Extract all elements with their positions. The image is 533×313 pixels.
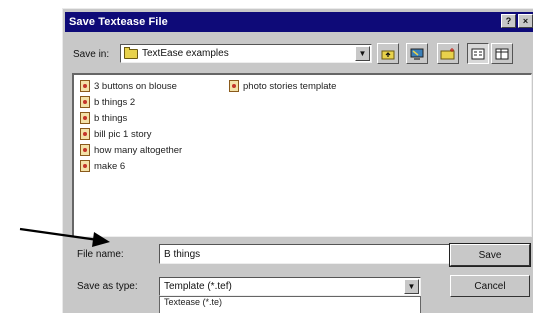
- file-item-label: how many altogether: [94, 144, 183, 156]
- file-list[interactable]: 3 buttons on blouse b things 2 b things …: [72, 73, 532, 237]
- save-as-type-option[interactable]: Textease (*.te): [159, 296, 421, 313]
- save-in-row: Save in: TextEase examples ▼: [73, 42, 533, 66]
- document-icon: [80, 160, 90, 172]
- up-folder-button[interactable]: [377, 43, 399, 64]
- save-as-type-label: Save as type:: [77, 281, 138, 292]
- desktop-button[interactable]: [406, 43, 428, 64]
- file-item-label: photo stories template: [243, 80, 337, 92]
- file-item[interactable]: b things: [80, 111, 127, 125]
- details-view-icon: [495, 48, 509, 59]
- document-icon: [80, 128, 90, 140]
- save-as-type-select[interactable]: Template (*.tef) ▼: [159, 277, 421, 296]
- file-item-label: b things: [94, 112, 128, 124]
- document-icon: [80, 96, 90, 108]
- new-folder-icon: [440, 48, 455, 60]
- file-item-label: make 6: [94, 160, 126, 172]
- document-icon: [80, 112, 90, 124]
- save-in-select[interactable]: TextEase examples ▼: [120, 44, 372, 63]
- document-icon: [229, 80, 239, 92]
- help-button[interactable]: ?: [501, 14, 516, 28]
- save-in-value: TextEase examples: [142, 48, 229, 59]
- file-item[interactable]: photo stories template: [229, 79, 336, 93]
- file-name-label: File name:: [77, 249, 124, 260]
- document-icon: [80, 144, 90, 156]
- document-icon: [80, 80, 90, 92]
- cancel-button[interactable]: Cancel: [450, 275, 530, 297]
- list-view-button[interactable]: [467, 43, 489, 64]
- save-as-type-value: Template (*.tef): [164, 281, 232, 292]
- file-item-label: b things 2: [94, 96, 136, 108]
- details-view-button[interactable]: [491, 43, 513, 64]
- title-buttons: ? ×: [501, 14, 533, 28]
- desktop-icon: [410, 48, 424, 60]
- file-item[interactable]: 3 buttons on blouse: [80, 79, 177, 93]
- save-button[interactable]: Save: [449, 243, 531, 267]
- close-button[interactable]: ×: [518, 14, 533, 28]
- file-item-label: bill pic 1 story: [94, 128, 152, 140]
- file-item-label: 3 buttons on blouse: [94, 80, 177, 92]
- list-view-icon: [471, 48, 485, 59]
- save-dialog: Save Textease File ? × Save in: TextEase…: [62, 8, 533, 313]
- chevron-down-icon[interactable]: ▼: [355, 46, 370, 61]
- dialog-title: Save Textease File: [69, 16, 168, 28]
- file-item[interactable]: b things 2: [80, 95, 135, 109]
- folder-icon: [124, 46, 138, 59]
- save-in-label: Save in:: [73, 48, 110, 60]
- up-folder-icon: [381, 50, 395, 59]
- file-name-input[interactable]: B things: [159, 244, 491, 264]
- file-item[interactable]: make 6: [80, 159, 125, 173]
- new-folder-button[interactable]: [437, 43, 459, 64]
- chevron-down-icon[interactable]: ▼: [404, 279, 419, 294]
- file-item[interactable]: how many altogether: [80, 143, 182, 157]
- title-bar: Save Textease File ? ×: [65, 12, 533, 32]
- file-item[interactable]: bill pic 1 story: [80, 127, 152, 141]
